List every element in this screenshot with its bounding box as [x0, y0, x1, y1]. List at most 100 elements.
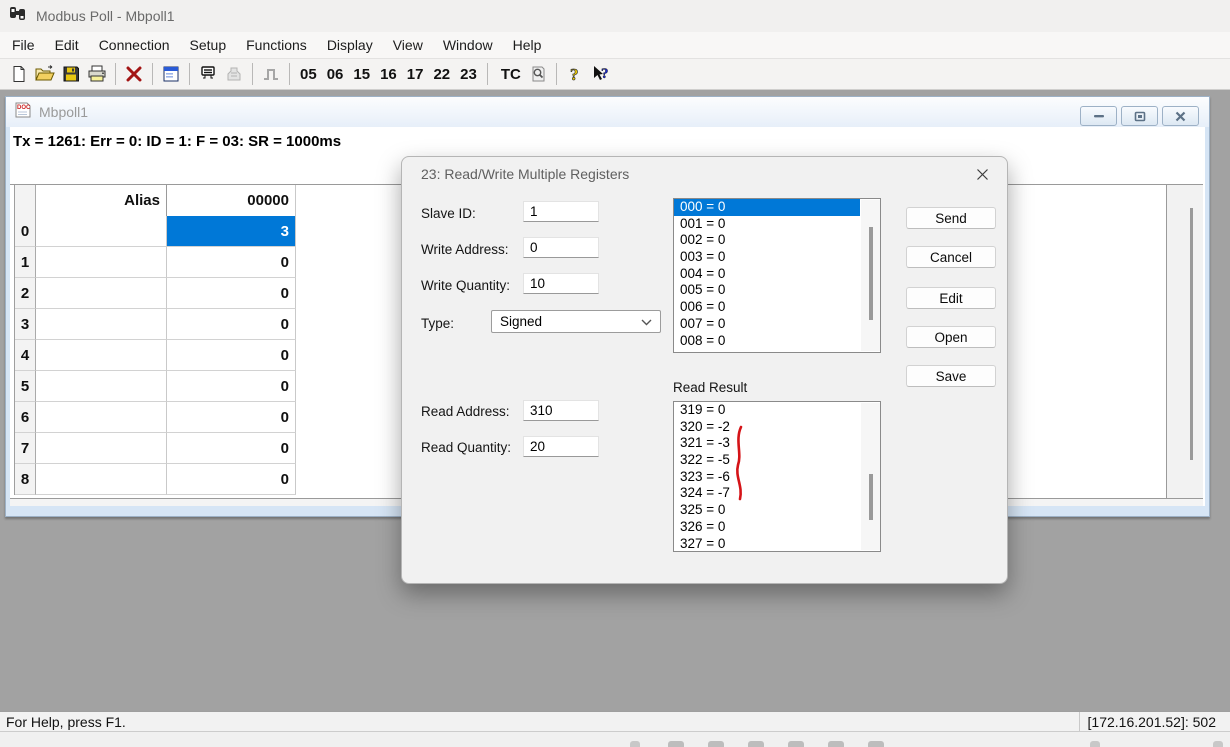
type-select[interactable]: Signed	[491, 310, 661, 333]
dialog-close-icon[interactable]	[973, 165, 991, 183]
setup-window-icon[interactable]	[158, 62, 184, 86]
func-05-button[interactable]: 05	[295, 66, 322, 83]
edit-button[interactable]: Edit	[906, 287, 996, 309]
new-file-icon[interactable]	[6, 62, 32, 86]
menu-edit[interactable]: Edit	[45, 34, 89, 56]
row-header[interactable]: 8	[15, 464, 36, 495]
list-item-selected[interactable]: 000 = 0	[674, 199, 860, 216]
row-header[interactable]: 6	[15, 402, 36, 433]
value-cell-selected[interactable]: 3	[167, 216, 296, 247]
taskbar-icon[interactable]	[630, 741, 640, 747]
read-quantity-field[interactable]	[523, 436, 599, 457]
menu-help[interactable]: Help	[503, 34, 552, 56]
list-item[interactable]: 008 = 0	[674, 333, 880, 350]
value-cell[interactable]: 0	[167, 340, 296, 371]
value-cell[interactable]: 0	[167, 402, 296, 433]
tc-button[interactable]: TC	[493, 66, 525, 83]
list-item[interactable]: 322 = -5	[674, 452, 880, 469]
communication-icon[interactable]	[195, 62, 221, 86]
func-23-button[interactable]: 23	[455, 66, 482, 83]
doc-close-button[interactable]	[1162, 106, 1199, 126]
slave-id-field[interactable]	[523, 201, 599, 222]
doc-minimize-button[interactable]	[1080, 106, 1117, 126]
scrollbar-thumb[interactable]	[869, 227, 873, 320]
menu-setup[interactable]: Setup	[180, 34, 237, 56]
menu-file[interactable]: File	[2, 34, 45, 56]
row-header[interactable]: 7	[15, 433, 36, 464]
value-cell[interactable]: 0	[167, 433, 296, 464]
write-registers-list[interactable]: 000 = 0 001 = 0 002 = 0 003 = 0 004 = 0 …	[673, 198, 881, 353]
alias-cell[interactable]	[36, 371, 167, 402]
write-quantity-field[interactable]	[523, 273, 599, 294]
alias-cell[interactable]	[36, 216, 167, 247]
value-cell[interactable]: 0	[167, 278, 296, 309]
cancel-button[interactable]: Cancel	[906, 246, 996, 268]
save-button[interactable]: Save	[906, 365, 996, 387]
scrollbar-thumb[interactable]	[1190, 208, 1193, 460]
grid-header-00000[interactable]: 00000	[167, 185, 296, 217]
list-item[interactable]: 003 = 0	[674, 249, 880, 266]
alias-cell[interactable]	[36, 340, 167, 371]
alias-cell[interactable]	[36, 278, 167, 309]
list-item[interactable]: 324 = -7	[674, 485, 880, 502]
func-15-button[interactable]: 15	[348, 66, 375, 83]
taskbar-icon[interactable]	[668, 741, 684, 747]
context-help-icon[interactable]: ?	[588, 62, 614, 86]
list-item[interactable]: 326 = 0	[674, 519, 880, 536]
doc-restore-button[interactable]	[1121, 106, 1158, 126]
taskbar-icon[interactable]	[748, 741, 764, 747]
menu-window[interactable]: Window	[433, 34, 503, 56]
list-item[interactable]: 320 = -2	[674, 419, 880, 436]
vertical-scrollbar[interactable]	[1166, 185, 1203, 498]
value-cell[interactable]: 0	[167, 371, 296, 402]
list-item[interactable]: 327 = 0	[674, 536, 880, 553]
list-item[interactable]: 319 = 0	[674, 402, 880, 419]
open-file-icon[interactable]	[32, 62, 58, 86]
menu-connection[interactable]: Connection	[89, 34, 180, 56]
send-button[interactable]: Send	[906, 207, 996, 229]
doc-titlebar[interactable]: DOC Mbpoll1	[6, 97, 1209, 127]
menu-functions[interactable]: Functions	[236, 34, 317, 56]
list-item[interactable]: 007 = 0	[674, 316, 880, 333]
list-item[interactable]: 001 = 0	[674, 216, 880, 233]
alias-cell[interactable]	[36, 433, 167, 464]
row-header[interactable]: 1	[15, 247, 36, 278]
list-item[interactable]: 323 = -6	[674, 469, 880, 486]
menu-view[interactable]: View	[383, 34, 433, 56]
row-header[interactable]: 4	[15, 340, 36, 371]
pulse-icon[interactable]	[258, 62, 284, 86]
value-cell[interactable]: 0	[167, 247, 296, 278]
read-address-field[interactable]	[523, 400, 599, 421]
scrollbar-thumb[interactable]	[869, 474, 873, 520]
row-header[interactable]: 0	[15, 216, 36, 247]
taskbar-icon[interactable]	[708, 741, 724, 747]
func-16-button[interactable]: 16	[375, 66, 402, 83]
open-button[interactable]: Open	[906, 326, 996, 348]
read-result-list[interactable]: 319 = 0 320 = -2 321 = -3 322 = -5 323 =…	[673, 401, 881, 552]
help-icon[interactable]: ?	[562, 62, 588, 86]
taskbar-icon[interactable]	[868, 741, 884, 747]
list-item[interactable]: 002 = 0	[674, 232, 880, 249]
taskbar-icon[interactable]	[1090, 741, 1100, 747]
value-cell[interactable]: 0	[167, 309, 296, 340]
write-address-field[interactable]	[523, 237, 599, 258]
taskbar[interactable]	[0, 731, 1230, 747]
row-header[interactable]: 2	[15, 278, 36, 309]
list-item[interactable]: 004 = 0	[674, 266, 880, 283]
taskbar-icon[interactable]	[1213, 741, 1223, 747]
print-icon[interactable]	[84, 62, 110, 86]
taskbar-icon[interactable]	[828, 741, 844, 747]
row-header[interactable]: 3	[15, 309, 36, 340]
alias-cell[interactable]	[36, 464, 167, 495]
func-06-button[interactable]: 06	[322, 66, 349, 83]
menu-display[interactable]: Display	[317, 34, 383, 56]
list-item[interactable]: 321 = -3	[674, 435, 880, 452]
list-item[interactable]: 325 = 0	[674, 502, 880, 519]
save-icon[interactable]	[58, 62, 84, 86]
list-item[interactable]: 006 = 0	[674, 299, 880, 316]
taskbar-icon[interactable]	[788, 741, 804, 747]
list-scrollbar[interactable]	[861, 403, 880, 550]
alias-cell[interactable]	[36, 247, 167, 278]
grid-header-alias[interactable]: Alias	[36, 185, 167, 217]
scan-log-icon[interactable]	[525, 62, 551, 86]
